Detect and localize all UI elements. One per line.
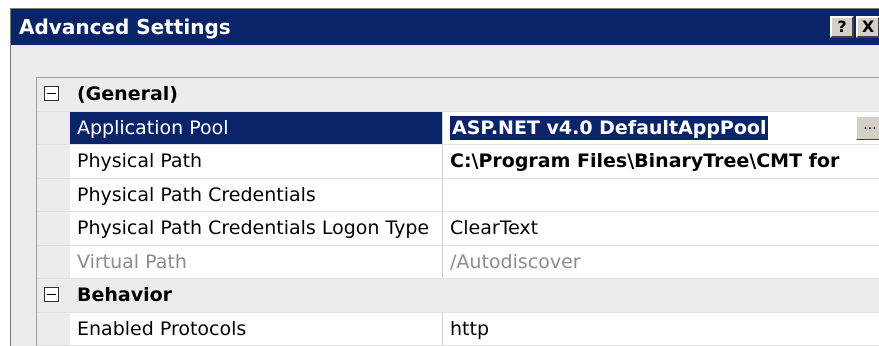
browse-button[interactable]: ... [856,116,879,140]
title-bar[interactable]: Advanced Settings ? X [11,9,879,45]
property-name: Physical Path Credentials Logon Type [70,212,443,245]
property-name: Enabled Protocols [70,313,443,346]
category-label: Behavior [70,279,879,312]
property-row-physical-path-credentials[interactable]: Physical Path Credentials [37,179,879,213]
category-label: (General) [70,78,879,111]
property-name: Virtual Path [70,246,443,279]
advanced-settings-dialog: Advanced Settings ? X (General) Applicat… [10,8,879,346]
property-grid: (General) Application Pool ASP.NET v4.0 … [36,77,879,346]
close-button[interactable]: X [856,16,879,38]
property-row-enabled-protocols[interactable]: Enabled Protocols http [37,313,879,346]
dialog-title: Advanced Settings [11,15,828,39]
collapse-toggle-icon[interactable] [44,287,59,302]
help-button[interactable]: ? [830,16,854,38]
property-value[interactable]: http [443,313,879,346]
property-value[interactable] [443,179,879,212]
category-general[interactable]: (General) [37,78,879,112]
property-value[interactable]: ClearText [443,212,879,245]
property-row-virtual-path[interactable]: Virtual Path /Autodiscover [37,246,879,280]
property-value: /Autodiscover [443,246,879,279]
collapse-toggle-icon[interactable] [44,86,59,101]
property-name: Physical Path [70,145,443,178]
property-name: Application Pool [70,112,443,145]
property-name: Physical Path Credentials [70,179,443,212]
property-row-physical-path[interactable]: Physical Path C:\Program Files\BinaryTre… [37,145,879,179]
property-value[interactable]: ASP.NET v4.0 DefaultAppPool ... [443,112,879,145]
category-behavior[interactable]: Behavior [37,279,879,313]
property-row-application-pool[interactable]: Application Pool ASP.NET v4.0 DefaultApp… [37,112,879,146]
property-row-logon-type[interactable]: Physical Path Credentials Logon Type Cle… [37,212,879,246]
property-value-text: ASP.NET v4.0 DefaultAppPool [450,116,768,140]
property-value[interactable]: C:\Program Files\BinaryTree\CMT for [443,145,879,178]
